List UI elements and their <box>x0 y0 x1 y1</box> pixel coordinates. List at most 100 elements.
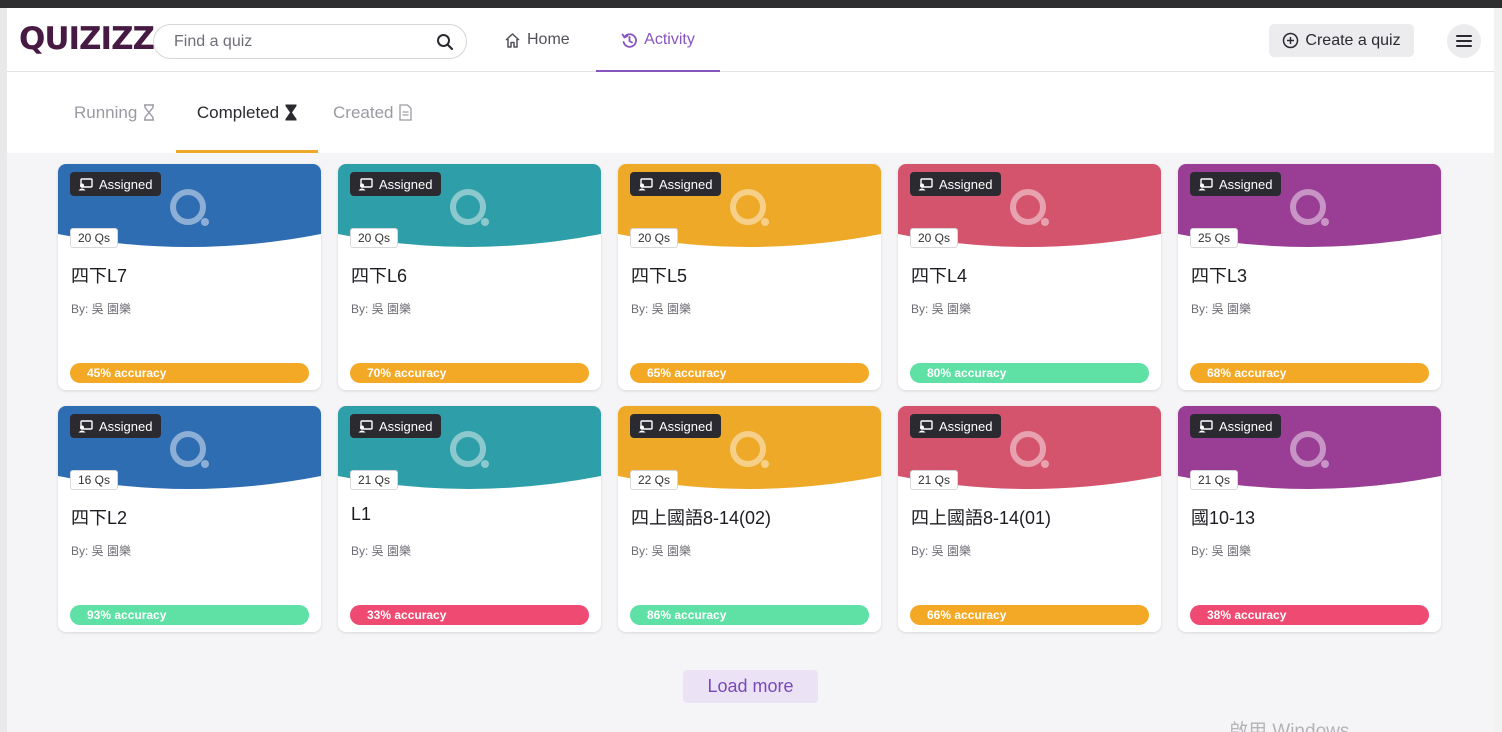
accuracy-bar: 86% accuracy <box>630 605 869 625</box>
quiz-author: By: 吳 園樂 <box>911 544 972 558</box>
quiz-card[interactable]: Assigned 22 Qs 四上國語8-14(02) By: 吳 園樂 86% acc… <box>618 406 881 632</box>
quiz-title: 四下L7 <box>71 266 128 286</box>
quiz-card[interactable]: Assigned 21 Qs 國10-13 By: 吳 園樂 38% accuracy <box>1178 406 1441 632</box>
window-top-strip <box>0 0 1502 8</box>
question-count: 20 Qs <box>910 228 959 248</box>
plus-circle-icon <box>1283 32 1299 49</box>
search-input[interactable] <box>174 32 414 52</box>
accuracy-bar: 80% accuracy <box>910 363 1149 383</box>
quiz-card[interactable]: Assigned 25 Qs 四下L3 By: 吳 園樂 68% accuracy <box>1178 164 1441 390</box>
assign-icon <box>78 177 93 190</box>
assigned-label: Assigned <box>379 418 433 434</box>
assigned-label: Assigned <box>1219 176 1273 192</box>
assigned-badge: Assigned <box>630 414 722 438</box>
assigned-badge: Assigned <box>910 172 1002 196</box>
home-icon <box>505 32 520 48</box>
search-box[interactable] <box>153 24 467 59</box>
nav-activity[interactable]: Activity <box>596 8 720 73</box>
tab-running[interactable]: Running <box>74 72 155 153</box>
assigned-badge: Assigned <box>910 414 1002 438</box>
activity-subtabs: Running Completed Created <box>7 72 1494 153</box>
app: QUIZIZZ Home Activity <box>7 8 1494 732</box>
quiz-title: 四下L4 <box>911 266 968 286</box>
quiz-card[interactable]: Assigned 21 Qs L1 By: 吳 園樂 33% accuracy <box>338 406 601 632</box>
quiz-title: 四下L2 <box>71 508 128 528</box>
quiz-author: By: 吳 園樂 <box>71 544 132 558</box>
nav-home[interactable]: Home <box>504 8 570 72</box>
quiz-author: By: 吳 園樂 <box>1191 302 1252 316</box>
hourglass-filled-icon <box>285 104 297 121</box>
assign-icon <box>918 177 933 190</box>
header: QUIZIZZ Home Activity <box>7 8 1494 73</box>
accuracy-bar: 68% accuracy <box>1190 363 1429 383</box>
quiz-card[interactable]: Assigned 20 Qs 四下L6 By: 吳 園樂 70% accuracy <box>338 164 601 390</box>
tab-created[interactable]: Created <box>333 72 413 153</box>
quiz-author: By: 吳 園樂 <box>71 302 132 316</box>
quizizz-logo[interactable]: QUIZIZZ <box>19 21 155 57</box>
assigned-label: Assigned <box>379 176 433 192</box>
question-count: 25 Qs <box>1190 228 1239 248</box>
assigned-badge: Assigned <box>350 414 442 438</box>
quiz-card[interactable]: Assigned 20 Qs 四下L7 By: 吳 園樂 45% accuracy <box>58 164 321 390</box>
quiz-author: By: 吳 園樂 <box>631 544 692 558</box>
quiz-card[interactable]: Assigned 21 Qs 四上國語8-14(01) By: 吳 園樂 66% acc… <box>898 406 1161 632</box>
create-quiz-button[interactable]: Create a quiz <box>1269 24 1414 57</box>
windows-activation-watermark: 啟用 Windows <box>1229 721 1350 732</box>
assigned-badge: Assigned <box>70 172 162 196</box>
quiz-title: 四下L5 <box>631 266 688 286</box>
menu-button[interactable] <box>1447 24 1481 58</box>
assign-icon <box>918 419 933 432</box>
assigned-label: Assigned <box>659 418 713 434</box>
assigned-badge: Assigned <box>1190 414 1282 438</box>
question-count: 20 Qs <box>630 228 679 248</box>
quiz-card[interactable]: Assigned 20 Qs 四下L5 By: 吳 園樂 65% accuracy <box>618 164 881 390</box>
quiz-title: 四下L6 <box>351 266 408 286</box>
nav-activity-label: Activity <box>644 31 695 48</box>
tab-completed-label: Completed <box>196 102 280 122</box>
assigned-badge: Assigned <box>630 172 722 196</box>
accuracy-bar: 93% accuracy <box>70 605 309 625</box>
quiz-title: 四上國語8-14(01) <box>911 508 1052 528</box>
accuracy-bar: 65% accuracy <box>630 363 869 383</box>
quiz-author: By: 吳 園樂 <box>911 302 972 316</box>
assign-icon <box>78 419 93 432</box>
create-quiz-label: Create a quiz <box>1305 31 1401 49</box>
tab-running-label: Running <box>74 102 138 122</box>
quiz-title: L1 <box>351 504 372 524</box>
hourglass-outline-icon <box>144 104 155 121</box>
nav-home-label: Home <box>527 31 570 48</box>
assigned-badge: Assigned <box>1190 172 1282 196</box>
tab-completed[interactable]: Completed <box>176 72 318 153</box>
accuracy-bar: 38% accuracy <box>1190 605 1429 625</box>
assign-icon <box>1198 419 1213 432</box>
assign-icon <box>1198 177 1213 190</box>
accuracy-bar: 70% accuracy <box>350 363 589 383</box>
quiz-card[interactable]: Assigned 16 Qs 四下L2 By: 吳 園樂 93% accuracy <box>58 406 321 632</box>
assign-icon <box>358 419 373 432</box>
assigned-badge: Assigned <box>350 172 442 196</box>
question-count: 16 Qs <box>70 470 119 490</box>
question-count: 21 Qs <box>910 470 959 490</box>
quiz-title: 國10-13 <box>1191 508 1256 528</box>
assigned-label: Assigned <box>659 176 713 192</box>
assigned-label: Assigned <box>99 176 153 192</box>
accuracy-bar: 45% accuracy <box>70 363 309 383</box>
assigned-label: Assigned <box>99 418 153 434</box>
quiz-author: By: 吳 園樂 <box>1191 544 1252 558</box>
quiz-title: 四上國語8-14(02) <box>631 508 772 528</box>
scrollbar[interactable] <box>1494 8 1502 732</box>
tab-created-label: Created <box>333 102 394 122</box>
window-left-strip <box>0 8 7 732</box>
accuracy-bar: 33% accuracy <box>350 605 589 625</box>
question-count: 21 Qs <box>1190 470 1239 490</box>
assign-icon <box>638 177 653 190</box>
search-icon[interactable] <box>436 33 454 51</box>
assigned-label: Assigned <box>1219 418 1273 434</box>
assign-icon <box>358 177 373 190</box>
load-more-button[interactable]: Load more <box>683 670 818 703</box>
quiz-author: By: 吳 園樂 <box>351 302 412 316</box>
question-count: 20 Qs <box>70 228 119 248</box>
hamburger-icon <box>1456 35 1472 47</box>
question-count: 22 Qs <box>630 470 679 490</box>
quiz-card[interactable]: Assigned 20 Qs 四下L4 By: 吳 園樂 80% accuracy <box>898 164 1161 390</box>
